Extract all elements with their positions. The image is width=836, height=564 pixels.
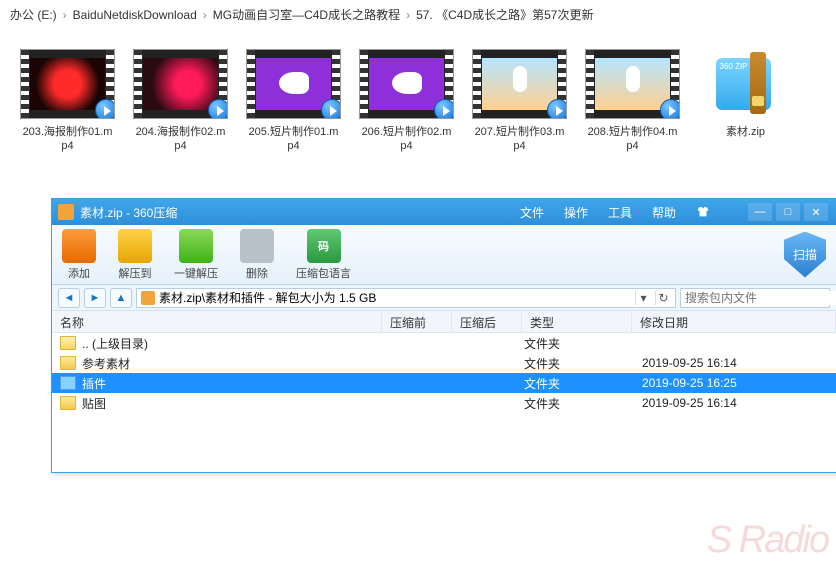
- file-item[interactable]: 素材.zip: [698, 49, 793, 154]
- file-label: 207.短片制作03.mp4: [472, 125, 567, 154]
- folder-icon: [60, 396, 76, 410]
- delete-button[interactable]: 删除: [240, 229, 274, 281]
- archiver-window: 素材.zip - 360压缩 文件 操作 工具 帮助 — □ ✕ 添加 解压到 …: [51, 198, 836, 473]
- folder-icon: [60, 356, 76, 370]
- file-item[interactable]: 207.短片制作03.mp4: [472, 49, 567, 154]
- menu-help[interactable]: 帮助: [652, 204, 676, 221]
- skin-icon[interactable]: [696, 205, 710, 219]
- file-label: 205.短片制作01.mp4: [246, 125, 341, 154]
- path-input[interactable]: 素材.zip\素材和插件 - 解包大小为 1.5 GB ▾ ↻: [136, 288, 676, 308]
- file-item[interactable]: 204.海报制作02.mp4: [133, 49, 228, 154]
- file-label: 206.短片制作02.mp4: [359, 125, 454, 154]
- search-input[interactable]: 🔍: [680, 288, 830, 308]
- file-grid: 203.海报制作01.mp4 204.海报制作02.mp4 205.短片制作01.m…: [0, 29, 836, 164]
- video-thumbnail: [20, 49, 115, 119]
- list-header[interactable]: 名称 压缩前 压缩后 类型 修改日期: [52, 311, 836, 333]
- col-type[interactable]: 类型: [522, 311, 632, 332]
- maximize-button[interactable]: □: [776, 203, 800, 221]
- col-name[interactable]: 名称: [52, 311, 382, 332]
- file-item[interactable]: 208.短片制作04.mp4: [585, 49, 680, 154]
- file-label: 203.海报制作01.mp4: [20, 125, 115, 154]
- folder-icon: [60, 336, 76, 350]
- play-icon: [321, 99, 341, 119]
- scan-button[interactable]: 扫描: [784, 232, 826, 278]
- video-thumbnail: [359, 49, 454, 119]
- titlebar[interactable]: 素材.zip - 360压缩 文件 操作 工具 帮助 — □ ✕: [52, 199, 836, 225]
- extract-button[interactable]: 解压到: [118, 229, 152, 281]
- chevron-right-icon: ›: [406, 8, 410, 22]
- search-field[interactable]: [685, 291, 836, 305]
- lang-icon: 码: [307, 229, 341, 263]
- table-row[interactable]: 插件文件夹2019-09-25 16:25: [52, 373, 836, 393]
- add-icon: [62, 229, 96, 263]
- play-icon: [434, 99, 454, 119]
- play-icon: [660, 99, 680, 119]
- archive-icon: [141, 291, 155, 305]
- folder-icon: [60, 376, 76, 390]
- col-pre[interactable]: 压缩前: [382, 311, 452, 332]
- file-list: .. (上级目录)文件夹参考素材文件夹2019-09-25 16:14插件文件夹…: [52, 333, 836, 413]
- nav-back-button[interactable]: ◄: [58, 288, 80, 308]
- file-label: 204.海报制作02.mp4: [133, 125, 228, 154]
- table-row[interactable]: 参考素材文件夹2019-09-25 16:14: [52, 353, 836, 373]
- video-thumbnail: [585, 49, 680, 119]
- col-post[interactable]: 压缩后: [452, 311, 522, 332]
- shield-icon: 扫描: [784, 232, 826, 278]
- oneclick-icon: [179, 229, 213, 263]
- chevron-down-icon[interactable]: ▾: [635, 291, 651, 305]
- play-icon: [208, 99, 228, 119]
- breadcrumb-item[interactable]: MG动画自习室—C4D成长之路教程: [213, 6, 400, 23]
- menu-action[interactable]: 操作: [564, 204, 588, 221]
- toolbar: 添加 解压到 一键解压 删除 码压缩包语言 扫描: [52, 225, 836, 285]
- file-label: 208.短片制作04.mp4: [585, 125, 680, 154]
- video-thumbnail: [133, 49, 228, 119]
- nav-fwd-button[interactable]: ►: [84, 288, 106, 308]
- table-row[interactable]: .. (上级目录)文件夹: [52, 333, 836, 353]
- oneclick-button[interactable]: 一键解压: [174, 229, 218, 281]
- language-button[interactable]: 码压缩包语言: [296, 229, 351, 281]
- menu-tools[interactable]: 工具: [608, 204, 632, 221]
- minimize-button[interactable]: —: [748, 203, 772, 221]
- chevron-right-icon: ›: [63, 8, 67, 22]
- menu-file[interactable]: 文件: [520, 204, 544, 221]
- video-thumbnail: [246, 49, 341, 119]
- video-thumbnail: [472, 49, 567, 119]
- file-label: 素材.zip: [698, 125, 793, 139]
- breadcrumb-item[interactable]: BaiduNetdiskDownload: [73, 8, 197, 22]
- window-title: 素材.zip - 360压缩: [80, 204, 177, 221]
- close-button[interactable]: ✕: [804, 203, 828, 221]
- app-icon: [58, 204, 74, 220]
- table-row[interactable]: 贴图文件夹2019-09-25 16:14: [52, 393, 836, 413]
- play-icon: [95, 99, 115, 119]
- file-item[interactable]: 205.短片制作01.mp4: [246, 49, 341, 154]
- pathbar: ◄ ► ▲ 素材.zip\素材和插件 - 解包大小为 1.5 GB ▾ ↻ 🔍: [52, 285, 836, 311]
- file-item[interactable]: 206.短片制作02.mp4: [359, 49, 454, 154]
- add-button[interactable]: 添加: [62, 229, 96, 281]
- col-date[interactable]: 修改日期: [632, 311, 836, 332]
- extract-icon: [118, 229, 152, 263]
- chevron-right-icon: ›: [203, 8, 207, 22]
- watermark: S Radio: [707, 519, 828, 562]
- zip-icon: [698, 49, 788, 119]
- nav-up-button[interactable]: ▲: [110, 288, 132, 308]
- trash-icon: [240, 229, 274, 263]
- breadcrumb-item[interactable]: 57. 《C4D成长之路》第57次更新: [416, 6, 593, 23]
- refresh-icon[interactable]: ↻: [655, 291, 671, 305]
- play-icon: [547, 99, 567, 119]
- file-item[interactable]: 203.海报制作01.mp4: [20, 49, 115, 154]
- breadcrumb-item[interactable]: 办公 (E:): [10, 6, 57, 23]
- breadcrumb[interactable]: 办公 (E:) › BaiduNetdiskDownload › MG动画自习室…: [0, 0, 836, 29]
